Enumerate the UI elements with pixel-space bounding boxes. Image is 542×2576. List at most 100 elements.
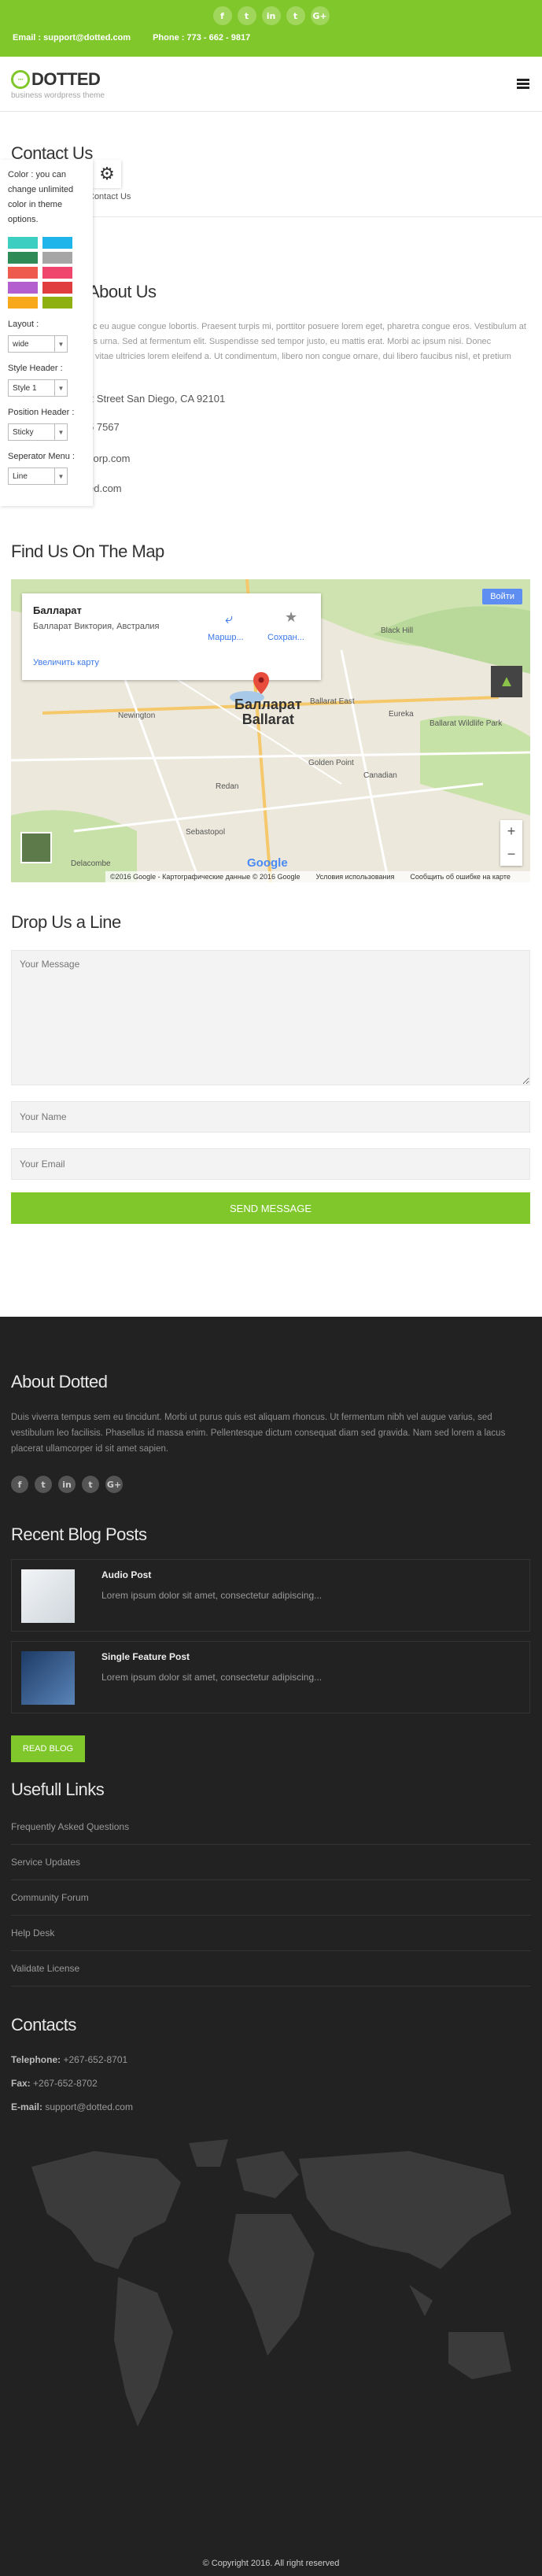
footer-email: E-mail: support@dotted.com — [11, 2101, 133, 2112]
site-footer: About Dotted Duis viverra tempus sem eu … — [0, 1317, 542, 2576]
post-excerpt: Lorem ipsum dolor sit amet, consectetur … — [101, 1672, 323, 1683]
gear-icon[interactable]: ⚙ — [93, 160, 121, 188]
save-link[interactable]: Сохран... — [267, 633, 304, 642]
facebook-icon[interactable]: f — [212, 6, 232, 25]
blog-post[interactable]: Audio Post Lorem ipsum dolor sit amet, c… — [11, 1559, 530, 1632]
post-title[interactable]: Audio Post — [101, 1569, 151, 1580]
style-header-label: Style Header : — [8, 364, 63, 373]
hamburger-menu-icon[interactable] — [517, 79, 529, 91]
post-title[interactable]: Single Feature Post — [101, 1651, 190, 1662]
map-label-redan: Redan — [216, 782, 239, 791]
map-label-ballarat-east: Ballarat East — [310, 697, 355, 706]
about-phone: 5 7567 — [88, 421, 120, 433]
map-signin-button[interactable]: Войти — [482, 589, 522, 604]
map-copyright: ©2016 Google - Картографические данные ©… — [110, 873, 300, 881]
position-header-label: Position Header : — [8, 408, 75, 417]
color-swatch[interactable] — [42, 267, 72, 279]
layout-option: Layout : wide ▼ — [8, 320, 85, 353]
directions-link[interactable]: Маршр... — [208, 633, 244, 642]
post-thumbnail[interactable] — [21, 1569, 75, 1623]
map-title: Find Us On The Map — [11, 541, 164, 561]
message-field[interactable] — [11, 950, 530, 1085]
layout-value: wide — [13, 339, 29, 349]
footer-link-community-forum[interactable]: Community Forum — [11, 1880, 531, 1916]
google-logo: Google — [247, 856, 288, 870]
color-swatch[interactable] — [42, 282, 72, 294]
blog-post[interactable]: Single Feature Post Lorem ipsum dolor si… — [11, 1641, 530, 1713]
style-switcher-panel: Color : you can change unlimited color i… — [0, 160, 93, 506]
post-thumbnail[interactable] — [21, 1651, 75, 1705]
separator-menu-value: Line — [13, 471, 28, 481]
map-label-sebastopol: Sebastopol — [186, 828, 226, 837]
streetview-icon[interactable]: ▲ — [491, 666, 522, 697]
world-map-image — [31, 2139, 511, 2426]
map-terms-link[interactable]: Условия использования — [316, 873, 395, 881]
color-swatch[interactable] — [8, 267, 38, 279]
color-swatch[interactable] — [42, 237, 72, 249]
logo[interactable]: ··· DOTTED business wordpress theme — [11, 69, 105, 100]
footer-social-links: f t in t G+ — [11, 1476, 531, 1493]
position-header-value: Sticky — [13, 427, 34, 437]
logo-text: DOTTED — [31, 69, 101, 89]
chevron-down-icon: ▼ — [54, 468, 67, 484]
separator-menu-option: Seperator Menu : Line ▼ — [8, 452, 85, 485]
color-swatch[interactable] — [8, 237, 38, 249]
site-header: ··· DOTTED business wordpress theme — [0, 57, 542, 112]
footer-link-service-updates[interactable]: Service Updates — [11, 1845, 531, 1880]
email-field[interactable] — [11, 1148, 530, 1180]
about-email-2[interactable]: ed.com — [88, 480, 542, 497]
layout-select[interactable]: wide ▼ — [8, 335, 68, 353]
name-field[interactable] — [11, 1101, 530, 1133]
color-swatch[interactable] — [8, 297, 38, 309]
google-plus-icon[interactable]: G+ — [310, 6, 330, 25]
color-swatch[interactable] — [42, 297, 72, 309]
directions-icon[interactable]: ⤶ — [225, 611, 233, 627]
linkedin-icon[interactable]: in — [261, 6, 281, 25]
tumblr-icon[interactable]: t — [82, 1476, 99, 1493]
position-header-select[interactable]: Sticky ▼ — [8, 423, 68, 441]
map-pin-icon[interactable] — [253, 672, 269, 694]
map-label-delacombe: Delacombe — [71, 859, 111, 868]
read-blog-button[interactable]: READ BLOG — [11, 1735, 85, 1762]
color-swatch[interactable] — [42, 252, 72, 264]
top-phone-number: 773 - 662 - 9817 — [186, 33, 251, 43]
twitter-icon[interactable]: t — [237, 6, 256, 25]
footer-link-help-desk[interactable]: Help Desk — [11, 1916, 531, 1951]
layout-label: Layout : — [8, 320, 39, 329]
map-report-link[interactable]: Сообщить об ошибке на карте — [410, 873, 510, 881]
facebook-icon[interactable]: f — [11, 1476, 28, 1493]
google-map[interactable]: Балларат Балларат Виктория, Австралия Ув… — [11, 579, 530, 882]
separator-menu-select[interactable]: Line ▼ — [8, 468, 68, 485]
map-label-newington: Newington — [118, 711, 156, 720]
style-header-option: Style Header : Style 1 ▼ — [8, 364, 85, 397]
style-header-select[interactable]: Style 1 ▼ — [8, 379, 68, 397]
top-contact-info: Email : support@dotted.com Phone : 773 -… — [0, 25, 542, 43]
map-label-black-hill: Black Hill — [381, 626, 414, 635]
top-email: Email : support@dotted.com — [13, 33, 131, 43]
zoom-in-button[interactable]: + — [507, 823, 516, 840]
map-label-golden-point: Golden Point — [308, 759, 354, 767]
logo-mark-icon: ··· — [11, 70, 30, 89]
star-icon[interactable]: ★ — [285, 609, 297, 626]
about-title: About Us — [88, 282, 157, 301]
twitter-icon[interactable]: t — [35, 1476, 52, 1493]
map-label-eureka: Eureka — [389, 710, 414, 719]
zoom-out-button[interactable]: − — [507, 846, 516, 863]
linkedin-icon[interactable]: in — [58, 1476, 76, 1493]
footer-link-validate-license[interactable]: Validate License — [11, 1951, 531, 1987]
google-plus-icon[interactable]: G+ — [105, 1476, 123, 1493]
map-label-wildlife: Ballarat Wildlife Park — [430, 719, 503, 728]
style-header-value: Style 1 — [13, 383, 37, 393]
about-email-1[interactable]: corp.com — [88, 450, 542, 468]
map-zoom-link[interactable]: Увеличить карту — [33, 658, 99, 667]
top-email-link[interactable]: support@dotted.com — [43, 33, 131, 43]
position-header-option: Position Header : Sticky ▼ — [8, 408, 85, 441]
footer-link-faq[interactable]: Frequently Asked Questions — [11, 1809, 531, 1845]
send-message-button[interactable]: SEND MESSAGE — [11, 1192, 530, 1224]
satellite-toggle[interactable] — [20, 832, 52, 863]
map-info-card: Балларат Балларат Виктория, Австралия Ув… — [22, 593, 321, 680]
map-zoom-controls: + − — [500, 820, 522, 866]
color-swatch[interactable] — [8, 282, 38, 294]
tumblr-icon[interactable]: t — [286, 6, 305, 25]
color-swatch[interactable] — [8, 252, 38, 264]
